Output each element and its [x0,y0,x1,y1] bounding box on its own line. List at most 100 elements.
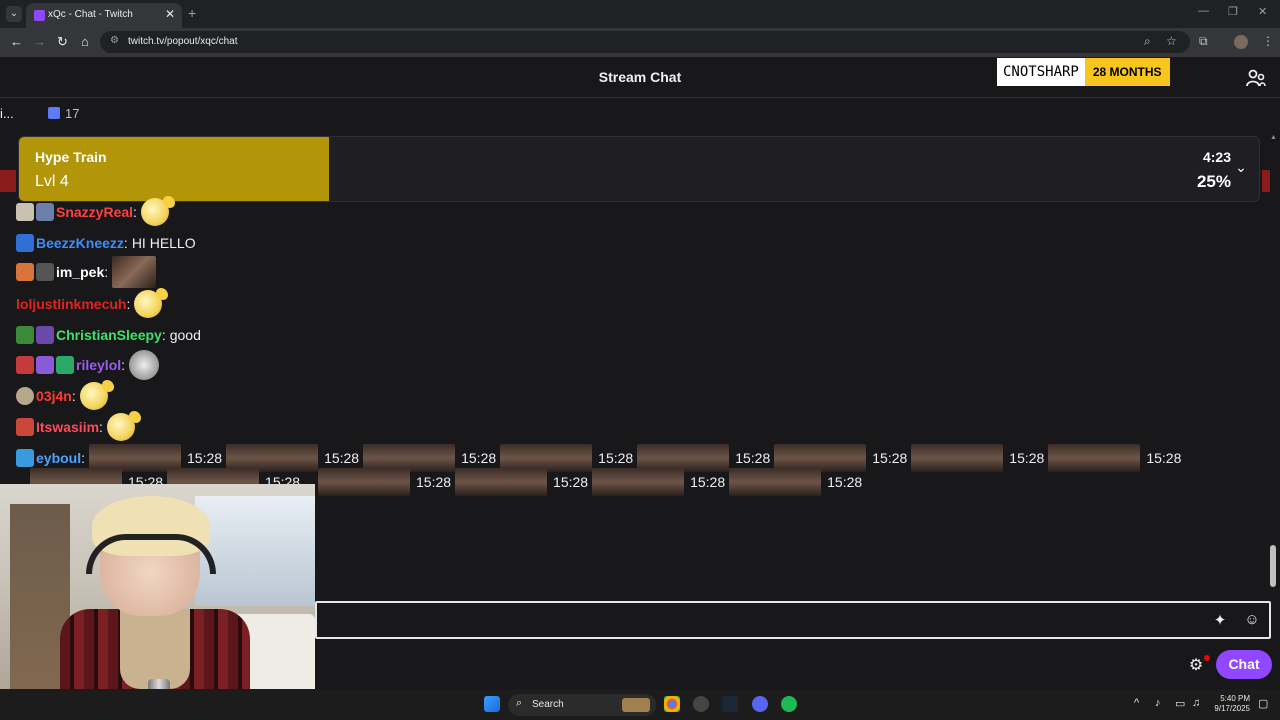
notification-dot [1204,655,1210,661]
cat-emote [911,444,1004,472]
sub-badge-icon [16,263,34,281]
spam-timestamp: 15:28 [461,450,497,466]
community-users-icon[interactable] [1246,69,1266,87]
url-field[interactable]: ⚙ twitch.tv/popout/xqc/chat [100,31,1190,53]
profile-avatar[interactable] [1234,35,1248,49]
leaderboard-row: i... 17 [0,98,1280,130]
reload-icon[interactable]: ↻ [57,34,68,50]
gamer-badge-icon [36,203,54,221]
chat-username[interactable]: SnazzyReal [56,204,133,220]
chat-username[interactable]: BeezzKneezz [36,235,124,251]
forward-icon[interactable]: → [33,34,46,49]
chat-scrollbar[interactable] [1270,545,1276,587]
microphone-icon[interactable]: ♪ [1155,697,1161,709]
chat-message: 03j4n: [16,380,114,411]
sub-badge-icon [16,418,34,436]
bits-cheer-icon[interactable]: ✦ [1211,611,1229,629]
photo-emote [112,256,157,288]
windows-start-icon[interactable] [484,696,500,712]
webcam-headset [86,534,216,574]
spam-timestamp: 15:28 [690,474,726,490]
hype-train-progress [19,137,329,201]
steam-icon[interactable] [722,696,738,712]
chat-header: Stream Chat CNOTSHARP 28 MONTHS [0,57,1280,98]
sub-badge-icon [16,234,34,252]
scroll-up-icon[interactable]: ▲ [1270,134,1277,141]
minimize-icon[interactable]: — [1198,5,1209,17]
pinned-banner-edge-right [1262,170,1270,192]
taskbar-time: 5:40 PM [1220,694,1250,703]
spam-timestamp: 15:28 [827,474,863,490]
chat-settings-gear-icon[interactable]: ⚙ [1186,655,1206,675]
window-close-icon[interactable]: ✕ [1258,5,1267,18]
maximize-icon[interactable]: ❐ [1228,5,1238,18]
sub-badge-icon [16,203,34,221]
emote-picker-icon[interactable]: ☺ [1243,611,1261,629]
chevron-down-icon[interactable]: ⌄ [1231,159,1251,179]
home-icon[interactable]: ⌂ [81,34,89,49]
bits-badge-icon [36,356,54,374]
chat-username[interactable]: im_pek [56,264,104,280]
hype-train-level: Lvl 4 [35,173,69,190]
message-text: HI HELLO [131,235,196,251]
notifications-icon[interactable]: ▢ [1258,697,1268,710]
tab-title: xQc - Chat - Twitch [48,9,133,20]
gift-count[interactable]: 17 [65,106,79,121]
chat-username[interactable]: Itswasiim [36,419,99,435]
browser-tabbar: ⌄ xQc - Chat - Twitch ✕ + — ❐ ✕ [0,0,1280,28]
chat-message: SnazzyReal: [16,196,175,227]
chrome-icon[interactable] [664,696,680,712]
discord-icon[interactable] [752,696,768,712]
hype-train-percent: 25% [1196,172,1231,191]
browser-menu-icon[interactable]: ⋮ [1262,34,1274,48]
site-info-icon[interactable]: ⚙ [110,35,119,46]
wave-emote [106,411,141,441]
tab-close-icon[interactable]: ✕ [165,7,175,21]
chat-username[interactable]: rileylol [76,357,121,373]
chat-send-button[interactable]: Chat [1216,650,1272,679]
network-icon[interactable]: ▭ [1175,697,1185,710]
chat-username[interactable]: eyboul [36,450,81,466]
wave-emote [134,288,169,318]
sub-badge: CNOTSHARP 28 MONTHS [997,58,1170,86]
spotify-icon[interactable] [781,696,797,712]
tray-overflow-icon[interactable]: ^ [1134,697,1139,709]
chat-message: Itswasiim: [16,411,141,442]
taskbar-search-label: Search [532,699,564,710]
chat-username[interactable]: 03j4n [36,388,72,404]
back-icon[interactable]: ← [10,34,23,49]
wave-emote [140,196,175,226]
chat-input-field[interactable]: ✦ ☺ [315,601,1271,639]
browser-tab[interactable]: xQc - Chat - Twitch ✕ [26,3,182,28]
taskbar-search[interactable]: ⌕ Search [508,694,656,716]
bookmark-star-icon[interactable]: ☆ [1166,34,1177,48]
hype-train-banner[interactable]: Hype Train Lvl 4 4:23 25% ⌄ [18,136,1260,202]
leaderboard-truncated-text[interactable]: i... [0,106,14,121]
spam-timestamp: 15:28 [735,450,771,466]
sub-badge-icon [16,356,34,374]
chat-username[interactable]: loljustlinkmecuh [16,296,126,312]
volume-icon[interactable]: ♫ [1192,697,1200,709]
sub-badge-icon [16,449,34,467]
taskbar-clock[interactable]: 5:40 PM 9/17/2025 [1206,694,1250,714]
gift-icon [48,107,60,119]
spam-timestamp: 15:28 [598,450,634,466]
windows-taskbar: ⌕ Search ^ ♪ ▭ ♫ 5:40 PM 9/17/2025 ▢ [0,689,1280,720]
new-tab-button[interactable]: + [188,5,196,21]
sub-months: 28 MONTHS [1084,58,1170,86]
webcam-shirt [120,609,190,689]
message-text: good [169,327,201,343]
cat-emote [318,468,410,496]
tab-search-menu-icon[interactable]: ⌄ [6,6,22,22]
extensions-icon[interactable]: ⧉ [1199,34,1208,49]
chat-message: ChristianSleepy: good [16,320,201,350]
spam-timestamp: 15:28 [1146,450,1182,466]
chat-username[interactable]: ChristianSleepy [56,327,162,343]
cat-emote [592,468,685,496]
obs-icon[interactable] [693,696,709,712]
search-highlight-icon [622,698,650,712]
zoom-icon[interactable]: ⌕ [1144,34,1151,49]
spam-timestamp: 15:28 [324,450,360,466]
search-icon: ⌕ [516,697,523,709]
spam-timestamp: 15:28 [1009,450,1045,466]
